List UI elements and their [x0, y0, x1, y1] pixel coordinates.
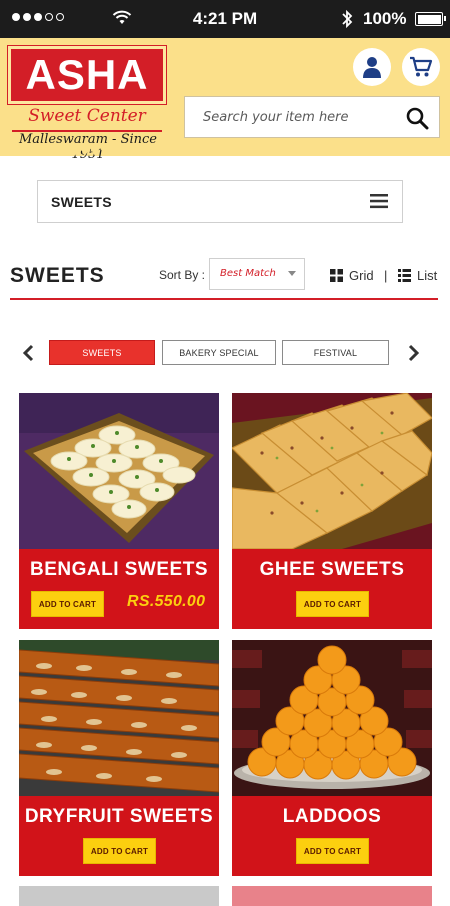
status-bar: 4:21 PM 100% [0, 0, 450, 38]
product-price: RS.550.00 [127, 593, 206, 610]
user-icon [363, 57, 381, 78]
page-title: SWEETS [10, 264, 105, 287]
filter-chip-bakery-special[interactable]: BAKERY SPECIAL [162, 340, 276, 365]
list-view-label: List [417, 268, 438, 283]
search-input[interactable] [185, 97, 395, 137]
battery-icon [415, 12, 446, 26]
product-image [232, 393, 432, 549]
category-dropdown-value: SWEETS [51, 194, 112, 210]
add-to-cart-button[interactable]: ADD TO CART [31, 591, 104, 617]
menu-icon[interactable] [370, 193, 388, 209]
filter-tabs: SWEETS BAKERY SPECIAL FESTIVAL [0, 340, 450, 366]
view-separator: | [384, 268, 388, 283]
product-name: LADDOOS [282, 806, 382, 827]
product-card[interactable]: BENGALI SWEETS ADD TO CART RS.550.00 [19, 393, 219, 629]
cart-icon [410, 56, 433, 77]
account-button[interactable] [353, 48, 391, 86]
sort-dropdown-value: Best Match [220, 268, 276, 279]
filter-chip-festival[interactable]: FESTIVAL [282, 340, 389, 365]
chevron-down-icon [288, 271, 296, 276]
add-to-cart-button[interactable]: ADD TO CART [296, 838, 369, 864]
product-card-partial[interactable] [232, 886, 432, 906]
category-dropdown[interactable]: SWEETS [37, 180, 403, 223]
product-card-partial[interactable] [19, 886, 219, 906]
brand-logo[interactable]: ASHA Sweet Center Malleswaram - Since 19… [7, 45, 167, 162]
list-view-toggle[interactable]: List [398, 268, 437, 283]
search-icon[interactable] [405, 106, 429, 130]
add-to-cart-button[interactable]: ADD TO CART [296, 591, 369, 617]
product-name: DRYFRUIT SWEETS [24, 806, 214, 827]
list-icon [398, 269, 411, 282]
header-zigzag-edge [0, 148, 450, 156]
app-header: ASHA Sweet Center Malleswaram - Since 19… [0, 38, 450, 162]
product-card[interactable]: LADDOOS ADD TO CART [232, 640, 432, 876]
brand-subtitle: Sweet Center [28, 106, 146, 126]
grid-view-toggle[interactable]: Grid [330, 268, 374, 283]
grid-view-label: Grid [349, 268, 374, 283]
product-name: BENGALI SWEETS [29, 559, 208, 580]
product-card[interactable]: GHEE SWEETS ADD TO CART [232, 393, 432, 629]
listing-toolbar: SWEETS Sort By : Best Match Grid | List [10, 258, 438, 300]
product-image [232, 640, 432, 796]
filter-chip-sweets[interactable]: SWEETS [49, 340, 155, 365]
battery-percent: 100% [363, 9, 407, 28]
add-to-cart-button[interactable]: ADD TO CART [83, 838, 156, 864]
product-image [19, 640, 219, 796]
product-name: GHEE SWEETS [259, 559, 405, 580]
sort-dropdown[interactable]: Best Match [209, 258, 305, 290]
brand-name: ASHA [25, 51, 149, 98]
sort-label: Sort By : [159, 268, 206, 282]
product-image [19, 393, 219, 549]
chevron-right-icon[interactable] [408, 344, 420, 362]
bluetooth-icon [342, 9, 353, 29]
product-card[interactable]: DRYFRUIT SWEETS ADD TO CART [19, 640, 219, 876]
grid-icon [330, 269, 343, 282]
chevron-left-icon[interactable] [22, 344, 34, 362]
search-bar [184, 96, 440, 138]
cart-button[interactable] [402, 48, 440, 86]
